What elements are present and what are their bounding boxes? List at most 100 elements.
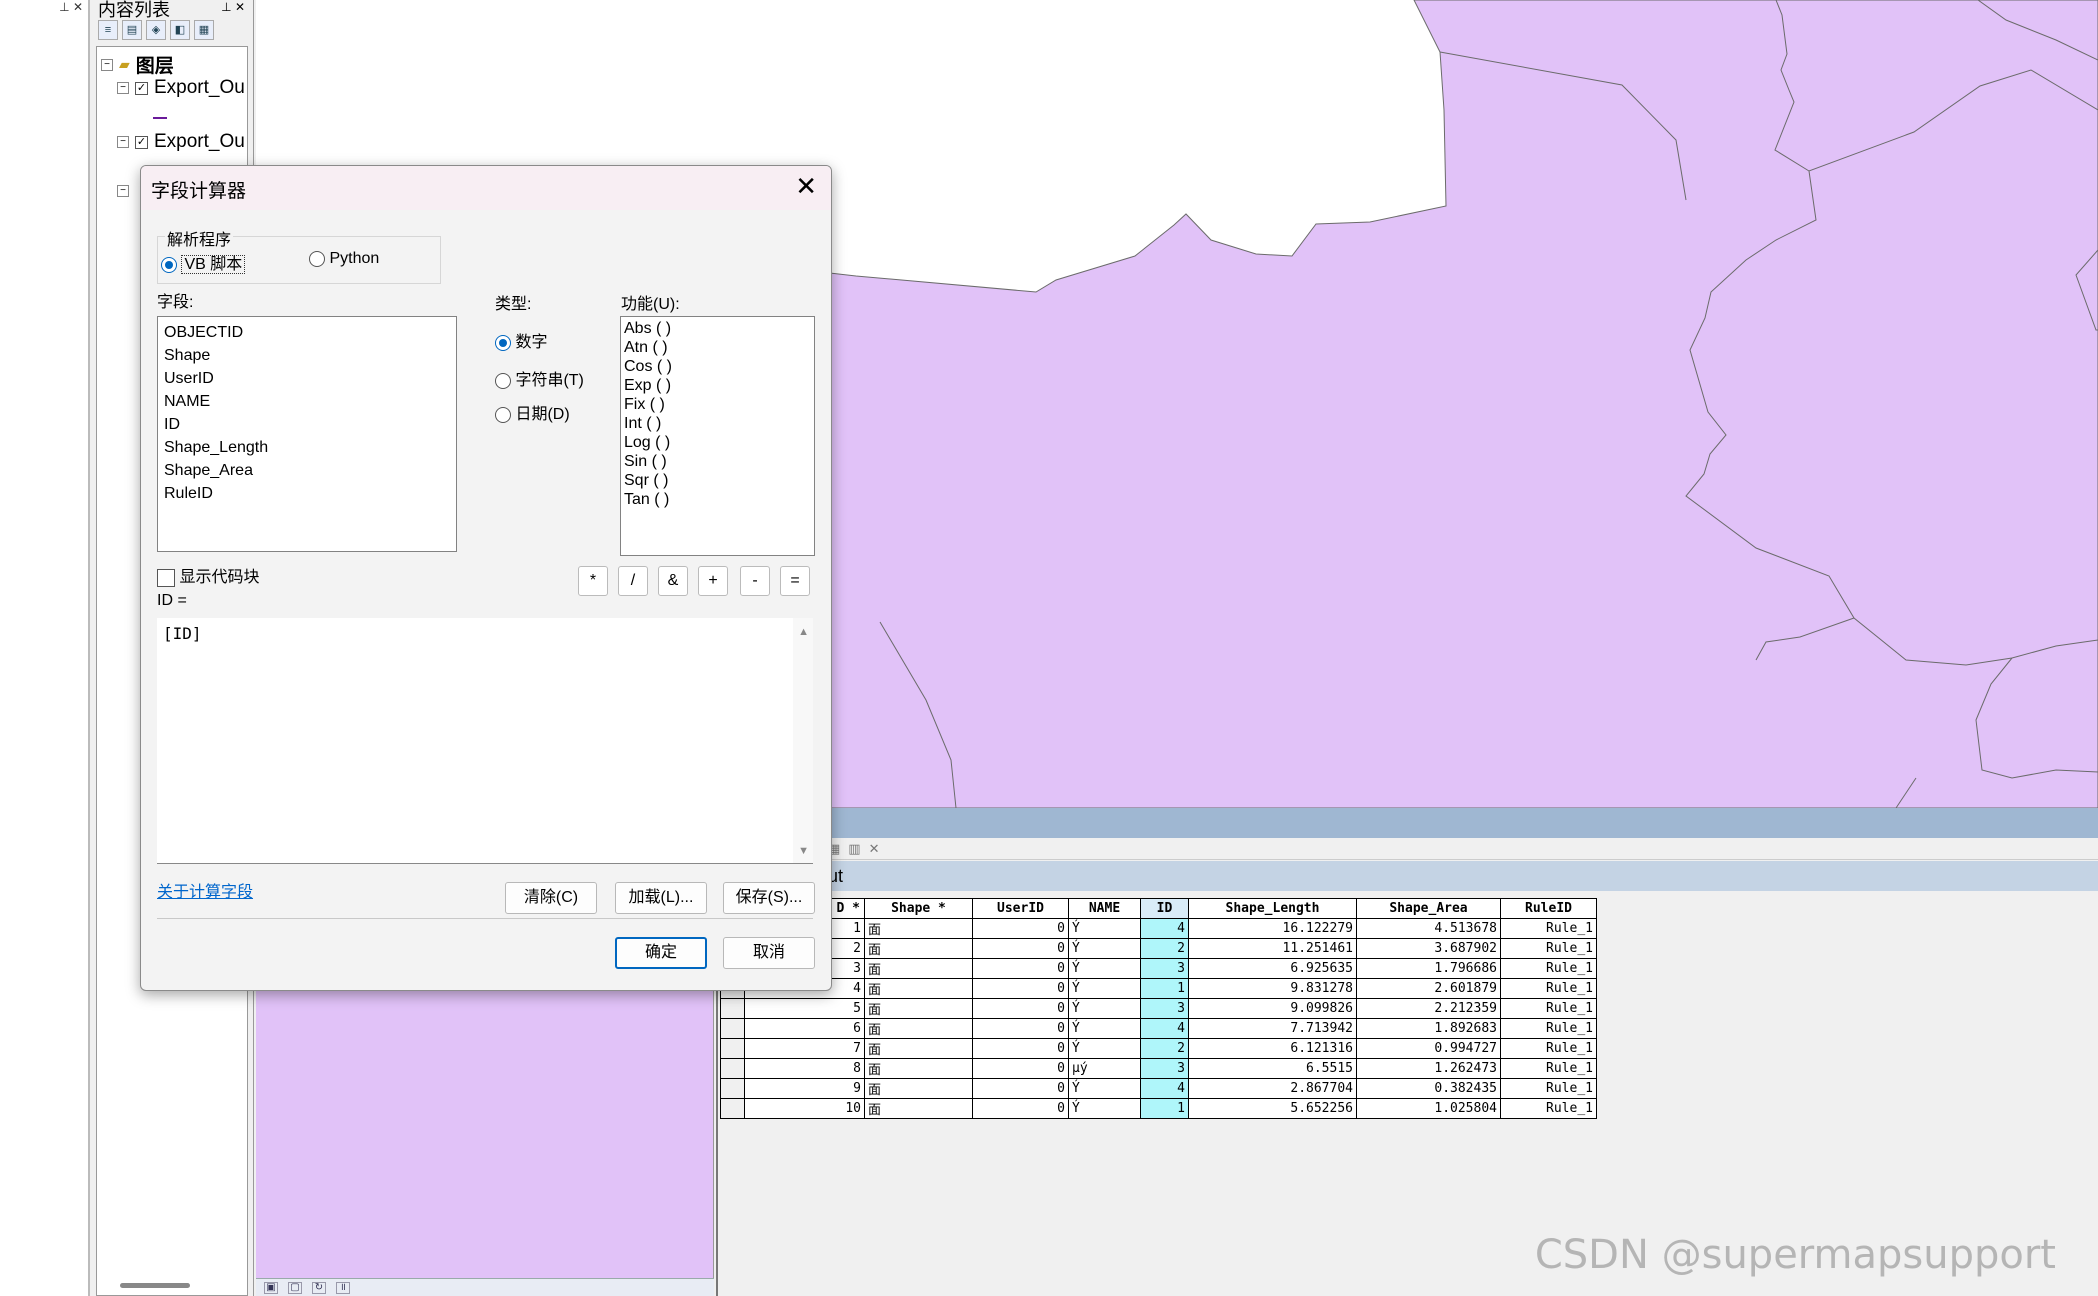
table-cell[interactable]: 16.122279: [1188, 918, 1357, 939]
list-by-visibility-icon[interactable]: ◈: [146, 20, 166, 40]
table-cell[interactable]: Ý: [1068, 1038, 1141, 1059]
table-cell[interactable]: 2.212359: [1356, 998, 1501, 1019]
table-cell[interactable]: 0: [972, 998, 1069, 1019]
table-row[interactable]: 9 面 0 Ý 4 2.867704 0.382435 Rule_1: [720, 1078, 1597, 1099]
table-cell[interactable]: Rule_1: [1500, 1018, 1597, 1039]
table-cell[interactable]: 4.513678: [1356, 918, 1501, 939]
table-cell[interactable]: Rule_1: [1500, 958, 1597, 979]
scroll-up-icon[interactable]: ▲: [798, 626, 809, 638]
cancel-button[interactable]: 取消: [723, 937, 815, 969]
table-cell[interactable]: Ý: [1068, 958, 1141, 979]
layer-visibility-checkbox[interactable]: ✓: [135, 135, 148, 149]
function-item[interactable]: Cos ( ): [621, 357, 814, 376]
field-item[interactable]: Shape_Area: [158, 459, 456, 482]
collapse-icon[interactable]: −: [101, 58, 113, 71]
tree-layer-2[interactable]: − ✓ Export_Ou: [117, 131, 245, 153]
table-row[interactable]: 7 面 0 Ý 2 6.121316 0.994727 Rule_1: [720, 1038, 1597, 1059]
table-cell[interactable]: 4: [1140, 1018, 1189, 1039]
field-item[interactable]: ID: [158, 413, 456, 436]
table-cell[interactable]: 0: [972, 958, 1069, 979]
list-by-selection-icon[interactable]: ◧: [170, 20, 190, 40]
operator-multiply-button[interactable]: *: [578, 566, 608, 596]
table-cell[interactable]: 0.382435: [1356, 1078, 1501, 1099]
table-cell[interactable]: 0.994727: [1356, 1038, 1501, 1059]
show-codeblock-checkbox[interactable]: 显示代码块: [157, 563, 259, 587]
function-item[interactable]: Fix ( ): [621, 395, 814, 414]
table-row[interactable]: 3 面 0 Ý 3 6.925635 1.796686 Rule_1: [720, 958, 1597, 979]
field-item[interactable]: Shape: [158, 344, 456, 367]
table-cell[interactable]: 0: [972, 938, 1069, 959]
table-cell[interactable]: 9.831278: [1188, 978, 1357, 999]
table-cell[interactable]: Rule_1: [1500, 1058, 1597, 1079]
table-cell[interactable]: 4: [1140, 918, 1189, 939]
table-tab-name[interactable]: ut: [718, 861, 2098, 891]
table-cell[interactable]: 面: [864, 1018, 973, 1039]
table-cell[interactable]: 11.251461: [1188, 938, 1357, 959]
table-cell[interactable]: 9: [744, 1078, 865, 1099]
table-cell[interactable]: Rule_1: [1500, 978, 1597, 999]
field-item[interactable]: RuleID: [158, 482, 456, 505]
table-cell[interactable]: Rule_1: [1500, 918, 1597, 939]
table-cell[interactable]: Ý: [1068, 938, 1141, 959]
row-selector[interactable]: [720, 1058, 745, 1079]
table-cell[interactable]: 0: [972, 1098, 1069, 1119]
type-string-radio[interactable]: 字符串(T): [495, 366, 584, 390]
table-cell[interactable]: 6.925635: [1188, 958, 1357, 979]
table-cell[interactable]: 3: [1140, 958, 1189, 979]
table-cell[interactable]: 2.867704: [1188, 1078, 1357, 1099]
table-row[interactable]: 10 面 0 Ý 1 5.652256 1.025804 Rule_1: [720, 1098, 1597, 1119]
pin-close-icons[interactable]: ⊥ ✕: [59, 0, 83, 14]
pause-icon[interactable]: ॥: [336, 1281, 350, 1294]
field-item[interactable]: Shape_Length: [158, 436, 456, 459]
type-date-radio[interactable]: 日期(D): [495, 400, 570, 424]
radio-unselected-icon[interactable]: [495, 406, 511, 423]
list-by-drawing-order-icon[interactable]: ≡: [98, 20, 118, 40]
row-selector[interactable]: [720, 1038, 745, 1059]
table-cell[interactable]: Ý: [1068, 1078, 1141, 1099]
table-row[interactable]: 5 面 0 Ý 3 9.099826 2.212359 Rule_1: [720, 998, 1597, 1019]
radio-selected-icon[interactable]: [161, 256, 177, 273]
table-cell[interactable]: Ý: [1068, 1018, 1141, 1039]
table-cell[interactable]: 面: [864, 1078, 973, 1099]
table-cell[interactable]: 1.892683: [1356, 1018, 1501, 1039]
column-header-id[interactable]: ID: [1140, 898, 1189, 919]
function-item[interactable]: Log ( ): [621, 433, 814, 452]
attribute-grid[interactable]: D * Shape * UserID NAME ID Shape_Length …: [720, 898, 1597, 1119]
table-cell[interactable]: 0: [972, 918, 1069, 939]
table-cell[interactable]: 1.025804: [1356, 1098, 1501, 1119]
table-cell[interactable]: 6: [744, 1018, 865, 1039]
table-cell[interactable]: 面: [864, 998, 973, 1019]
parser-python-radio[interactable]: Python: [309, 250, 379, 268]
toc-pin-close-icons[interactable]: ⊥ ✕: [221, 0, 245, 14]
table-cell[interactable]: 5.652256: [1188, 1098, 1357, 1119]
layout-view-icon[interactable]: ▢: [288, 1281, 302, 1294]
column-header[interactable]: Shape_Length: [1188, 898, 1357, 919]
table-cell[interactable]: 7: [744, 1038, 865, 1059]
column-header[interactable]: Shape *: [864, 898, 973, 919]
table-cell[interactable]: 2: [1140, 1038, 1189, 1059]
layer-visibility-checkbox[interactable]: ✓: [135, 81, 148, 95]
table-cell[interactable]: 0: [972, 1058, 1069, 1079]
table-cell[interactable]: 面: [864, 1098, 973, 1119]
parser-vb-radio[interactable]: VB 脚本: [161, 250, 246, 274]
row-selector[interactable]: [720, 1098, 745, 1119]
table-cell[interactable]: Ý: [1068, 978, 1141, 999]
radio-selected-icon[interactable]: [495, 334, 511, 351]
table-row[interactable]: 1 面 0 Ý 4 16.122279 4.513678 Rule_1: [720, 918, 1597, 939]
table-cell[interactable]: 1.796686: [1356, 958, 1501, 979]
table-row[interactable]: 8 面 0 μý 3 6.5515 1.262473 Rule_1: [720, 1058, 1597, 1079]
table-cell[interactable]: 0: [972, 1018, 1069, 1039]
operator-equals-button[interactable]: =: [780, 566, 810, 596]
table-cell[interactable]: Rule_1: [1500, 1078, 1597, 1099]
row-selector[interactable]: [720, 1078, 745, 1099]
field-item[interactable]: UserID: [158, 367, 456, 390]
table-cell[interactable]: 2: [1140, 938, 1189, 959]
table-close-icon[interactable]: ✕: [869, 841, 880, 857]
table-cell[interactable]: Ý: [1068, 918, 1141, 939]
list-by-source-icon[interactable]: ▤: [122, 20, 142, 40]
checkbox-unchecked-icon[interactable]: [157, 568, 175, 587]
data-view-icon[interactable]: ▣: [264, 1281, 278, 1294]
column-header[interactable]: RuleID: [1500, 898, 1597, 919]
table-cell[interactable]: 0: [972, 1078, 1069, 1099]
table-cell[interactable]: 7.713942: [1188, 1018, 1357, 1039]
